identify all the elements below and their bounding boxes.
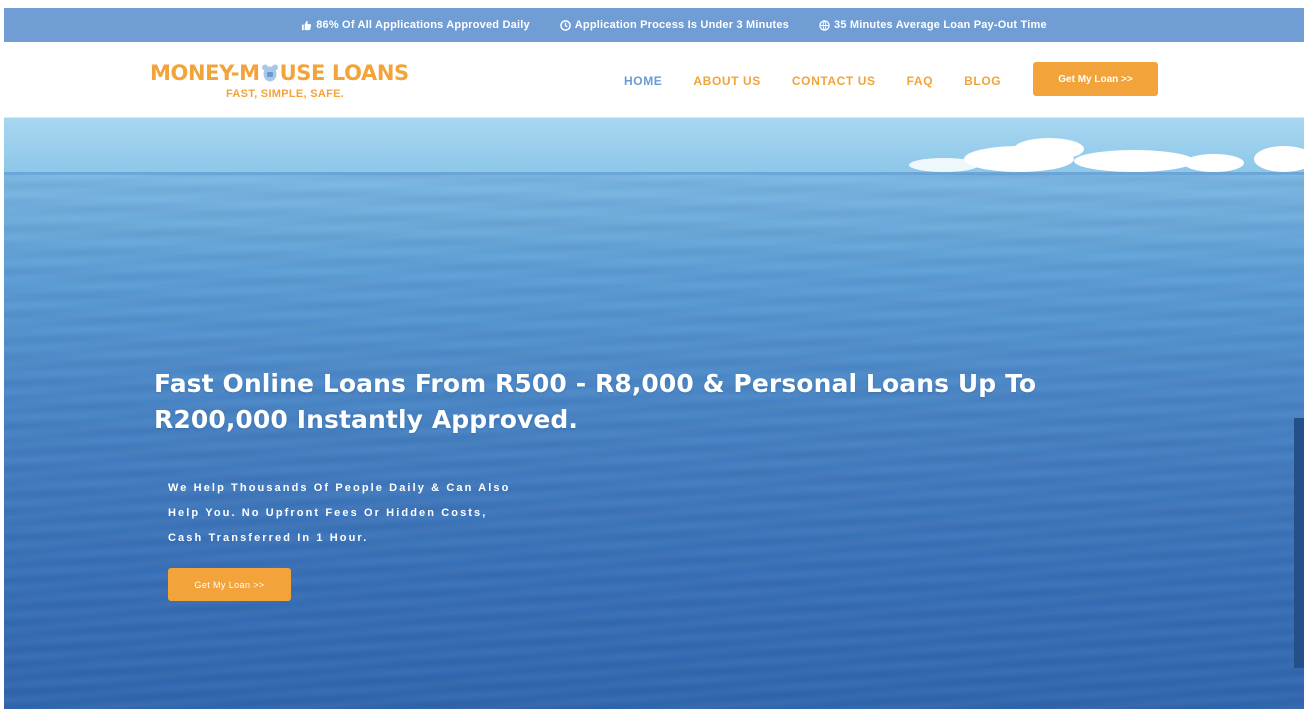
- cloud: [1074, 150, 1194, 172]
- hero-get-my-loan-button[interactable]: Get My Loan >>: [168, 568, 291, 601]
- sea-texture: [4, 174, 1304, 709]
- topbar-item-payout: 35 Minutes Average Loan Pay-Out Time: [819, 19, 1047, 31]
- cloud: [1184, 154, 1244, 172]
- hero-section: Fast Online Loans From R500 - R8,000 & P…: [4, 118, 1304, 709]
- cloud: [909, 158, 979, 172]
- topbar-item-process: Application Process Is Under 3 Minutes: [559, 19, 789, 31]
- thumbs-up-icon: [302, 20, 312, 30]
- hero-title-line1: Fast Online Loans From R500 - R8,000 & P…: [154, 369, 1037, 398]
- topbar-text-process: Application Process Is Under 3 Minutes: [574, 19, 789, 31]
- nav-home[interactable]: HOME: [624, 74, 662, 88]
- edge-shadow: [1294, 418, 1304, 668]
- site-header: MONEY-M USE LOANS FAST, SIMPLE, SAFE. HO…: [4, 42, 1304, 118]
- nav-contact-us[interactable]: CONTACT US: [792, 74, 876, 88]
- nav-blog[interactable]: BLOG: [964, 74, 1001, 88]
- nav-about-us[interactable]: ABOUT US: [693, 74, 760, 88]
- topbar-text-payout: 35 Minutes Average Loan Pay-Out Time: [834, 19, 1047, 31]
- hero-content: Fast Online Loans From R500 - R8,000 & P…: [154, 366, 1144, 601]
- nav-faq[interactable]: FAQ: [907, 74, 933, 88]
- hero-subtitle-line1: We Help Thousands Of People Daily & Can …: [168, 482, 511, 494]
- logo[interactable]: MONEY-M USE LOANS FAST, SIMPLE, SAFE.: [150, 60, 450, 108]
- logo-wordmark: MONEY-M USE LOANS: [150, 60, 450, 86]
- hero-title-line2: R200,000 Instantly Approved.: [154, 405, 579, 434]
- clock-icon: [559, 19, 571, 31]
- header-get-my-loan-button[interactable]: Get My Loan >>: [1033, 62, 1158, 96]
- page: 86% Of All Applications Approved Daily A…: [4, 8, 1304, 709]
- hero-title: Fast Online Loans From R500 - R8,000 & P…: [154, 366, 1144, 438]
- logo-tagline: FAST, SIMPLE, SAFE.: [226, 88, 345, 100]
- hero-subtitle-line2: Help You. No Upfront Fees Or Hidden Cost…: [168, 507, 488, 519]
- topbar-text-approval: 86% Of All Applications Approved Daily: [316, 19, 530, 31]
- hero-subtitle-line3: Cash Transferred In 1 Hour.: [168, 532, 369, 544]
- cloud: [1014, 138, 1084, 160]
- globe-icon: [819, 19, 830, 31]
- logo-text-part1: MONEY-M: [150, 61, 260, 85]
- top-info-bar: 86% Of All Applications Approved Daily A…: [4, 8, 1304, 42]
- main-nav: HOME ABOUT US CONTACT US FAQ BLOG: [624, 64, 1032, 98]
- hero-subtitle: We Help Thousands Of People Daily & Can …: [168, 476, 648, 551]
- logo-text-part2: USE LOANS: [279, 61, 410, 85]
- mouse-icon: [261, 64, 278, 82]
- topbar-item-approval: 86% Of All Applications Approved Daily: [301, 19, 530, 31]
